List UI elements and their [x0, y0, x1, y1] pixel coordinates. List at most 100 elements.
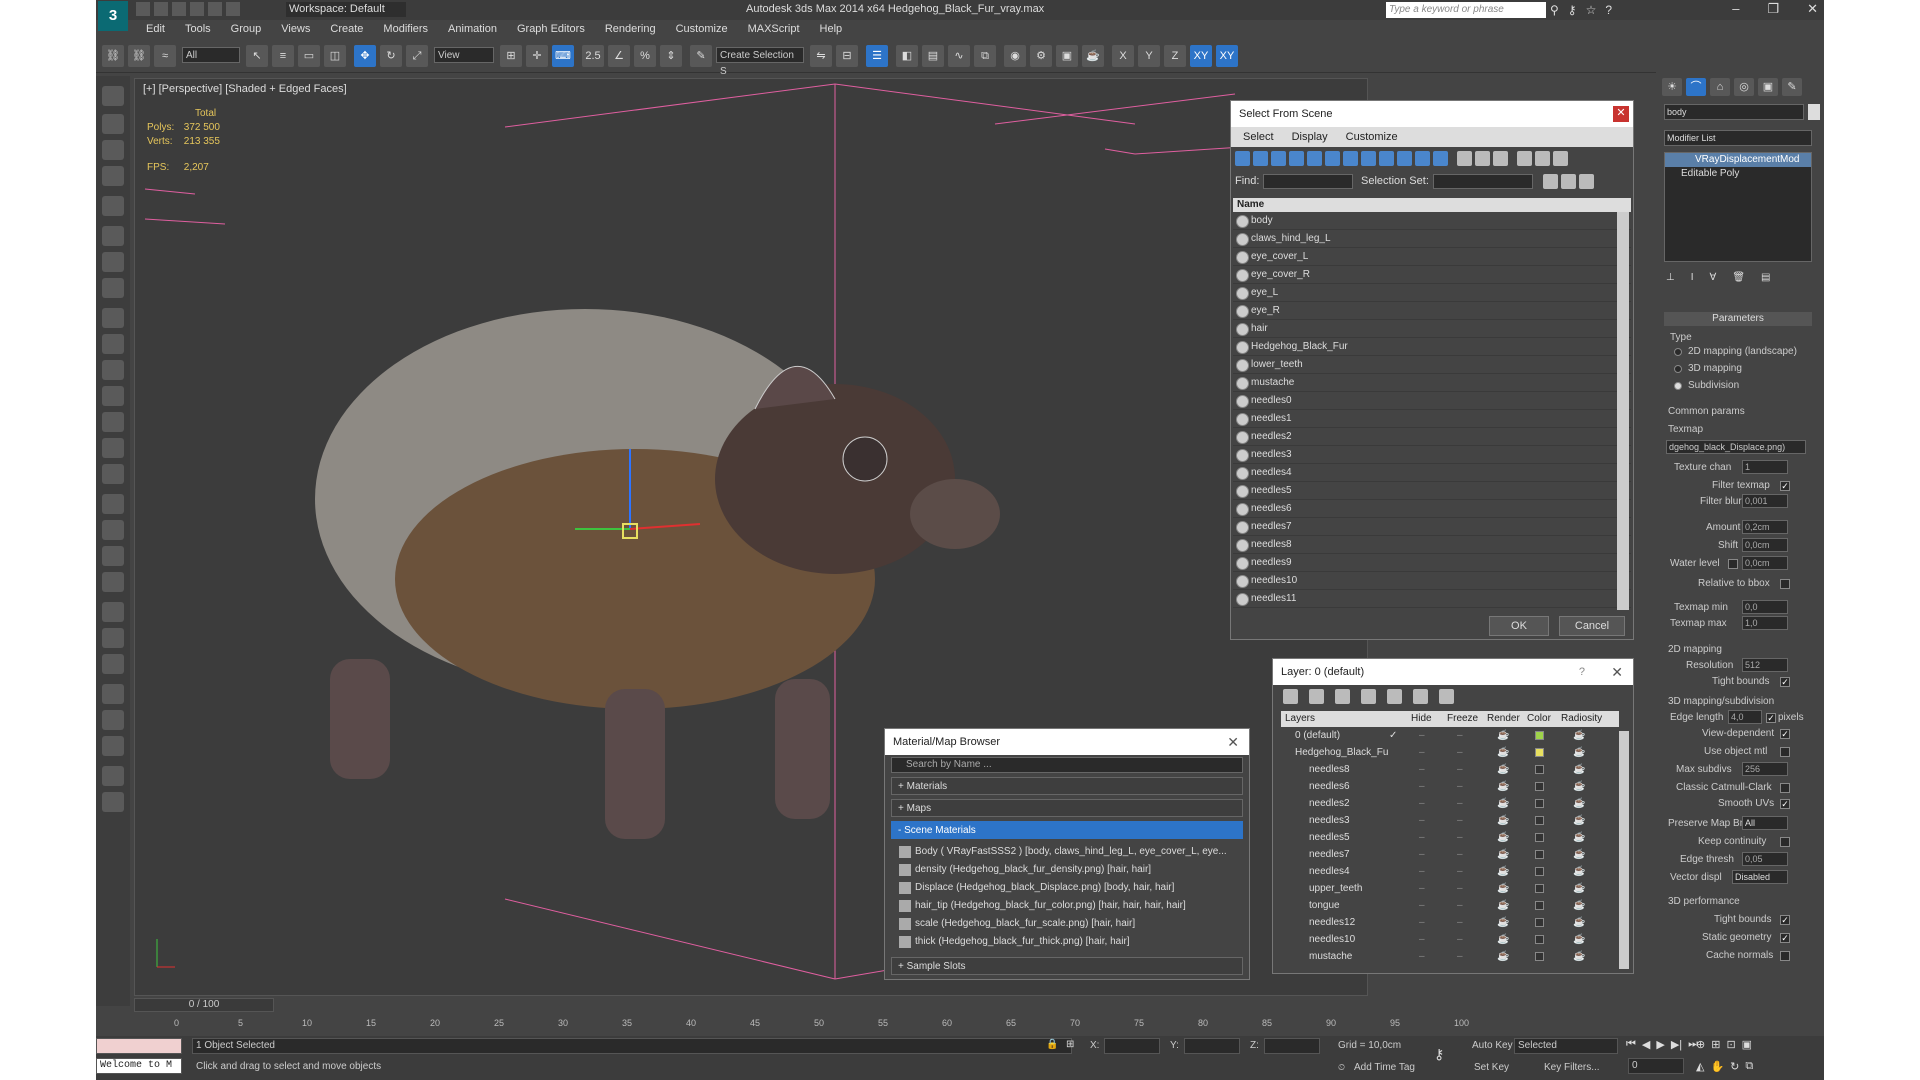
- list-item[interactable]: body: [1233, 212, 1631, 230]
- layer-row[interactable]: tongue – – ☕ ☕: [1281, 897, 1619, 914]
- layer-color-swatch[interactable]: [1535, 918, 1544, 927]
- hair-icon[interactable]: [102, 572, 124, 592]
- filter-texmap-checkbox[interactable]: ✓: [1780, 481, 1790, 491]
- freeze-toggle[interactable]: –: [1457, 914, 1463, 931]
- axis-y-button[interactable]: Y: [1138, 45, 1160, 67]
- lock-selection-icon[interactable]: 🔒: [1046, 1039, 1058, 1050]
- layer-color-swatch[interactable]: [1535, 867, 1544, 876]
- highlight-layer-icon[interactable]: [1387, 689, 1402, 704]
- render-teapot-icon[interactable]: ☕: [1497, 914, 1509, 931]
- vector-displ-dropdown[interactable]: Disabled: [1732, 870, 1788, 884]
- sfs-menu-customize[interactable]: Customize: [1346, 127, 1398, 147]
- render-setup-icon[interactable]: ⚙: [1030, 45, 1052, 67]
- selection-set-dropdown[interactable]: [1433, 174, 1533, 189]
- cone-primitive-icon[interactable]: [102, 412, 124, 432]
- menu-group[interactable]: Group: [221, 21, 272, 39]
- list-item[interactable]: mustache: [1233, 374, 1631, 392]
- zoom-extents-icon[interactable]: ⊡: [1726, 1038, 1735, 1051]
- maxscript-mini-listener[interactable]: Welcome to M: [96, 1058, 182, 1074]
- radiosity-icon[interactable]: ☕: [1573, 795, 1585, 812]
- freeze-toggle[interactable]: –: [1457, 931, 1463, 948]
- key-filters-button[interactable]: Key Filters...: [1544, 1062, 1600, 1073]
- hedgehog-front-leg[interactable]: [605, 689, 665, 839]
- maximize-icon[interactable]: ❐: [1767, 1, 1779, 17]
- open-file-icon[interactable]: [154, 2, 168, 16]
- star-icon[interactable]: ☆: [1586, 3, 1597, 17]
- layer-color-swatch[interactable]: [1535, 952, 1544, 961]
- select-rotate-icon[interactable]: ↻: [380, 45, 402, 67]
- track-bar[interactable]: 0 5 10 15 20 25 30 35 40 45 50 55 60 65 70 75 80 85 90 95 10…: [134, 1014, 1624, 1034]
- sphere-primitive-icon[interactable]: [102, 334, 124, 354]
- layer-manager-icon[interactable]: ◧: [896, 45, 918, 67]
- list-item[interactable]: needles0: [1233, 392, 1631, 410]
- display-none-icon[interactable]: [1475, 151, 1490, 166]
- curve-editor-icon[interactable]: ∿: [948, 45, 970, 67]
- hierarchy-tab-icon[interactable]: ⌂: [1710, 78, 1730, 96]
- display-containers-icon[interactable]: [1397, 151, 1412, 166]
- absolute-mode-icon[interactable]: ⊞: [1066, 1039, 1074, 1050]
- layer-row[interactable]: 0 (default) ✓ – – ☕ ☕: [1281, 727, 1619, 744]
- workspace-dropdown[interactable]: Workspace: Default: [286, 2, 406, 17]
- water-level-spinner[interactable]: 0,0cm: [1742, 556, 1788, 570]
- radiosity-icon[interactable]: ☕: [1573, 948, 1585, 965]
- menu-modifiers[interactable]: Modifiers: [373, 21, 438, 39]
- cylinder-primitive-icon[interactable]: [102, 360, 124, 380]
- layer-row[interactable]: needles6 – – ☕ ☕: [1281, 778, 1619, 795]
- speaker-icon[interactable]: [102, 252, 124, 272]
- display-helpers-icon[interactable]: [1307, 151, 1322, 166]
- hide-toggle[interactable]: –: [1419, 761, 1425, 778]
- freeze-toggle[interactable]: –: [1457, 863, 1463, 880]
- select-move-icon[interactable]: ✥: [354, 45, 376, 67]
- freeze-toggle[interactable]: –: [1457, 948, 1463, 965]
- app-logo[interactable]: 3: [98, 1, 128, 31]
- max-subdivs-spinner[interactable]: 256: [1742, 762, 1788, 776]
- scene-materials-rollout[interactable]: - Scene Materials: [891, 821, 1243, 839]
- layer-color-swatch[interactable]: [1535, 816, 1544, 825]
- hide-toggle[interactable]: –: [1419, 795, 1425, 812]
- list-item[interactable]: needles10: [1233, 572, 1631, 590]
- render-production-icon[interactable]: ☕: [1082, 45, 1104, 67]
- keyboard-shortcut-override-icon[interactable]: ⌨: [552, 45, 574, 67]
- set-edit-icon[interactable]: [1579, 174, 1594, 189]
- close-icon[interactable]: ✕: [1807, 1, 1818, 17]
- utilities-tab-icon[interactable]: ✎: [1782, 78, 1802, 96]
- parameters-rollout-header[interactable]: Parameters: [1664, 312, 1812, 326]
- ok-button[interactable]: OK: [1489, 616, 1549, 636]
- bind-spacewarp-icon[interactable]: ≈: [154, 45, 176, 67]
- layer-row[interactable]: needles5 – – ☕ ☕: [1281, 829, 1619, 846]
- omni-light-icon[interactable]: [102, 464, 124, 484]
- axis-x-button[interactable]: X: [1112, 45, 1134, 67]
- smooth-uvs-checkbox[interactable]: ✓: [1780, 799, 1790, 809]
- selection-filter-dropdown[interactable]: All: [182, 47, 240, 63]
- maximize-viewport-icon[interactable]: ⧉: [1745, 1060, 1753, 1073]
- edit-named-selection-icon[interactable]: ✎: [690, 45, 712, 67]
- layer-row[interactable]: needles12 – – ☕ ☕: [1281, 914, 1619, 931]
- find-input[interactable]: [1263, 174, 1353, 189]
- object-paint-icon[interactable]: [102, 166, 124, 186]
- material-item[interactable]: density (Hedgehog_black_fur_density.png)…: [885, 861, 1249, 879]
- render-teapot-icon[interactable]: ☕: [1497, 829, 1509, 846]
- dynamics-icon[interactable]: [102, 520, 124, 540]
- radiosity-icon[interactable]: ☕: [1573, 914, 1585, 931]
- minimize-icon[interactable]: –: [1732, 1, 1739, 17]
- project-folder-icon[interactable]: [226, 2, 240, 16]
- tight-bounds-checkbox[interactable]: ✓: [1780, 677, 1790, 687]
- material-item[interactable]: thick (Hedgehog_black_fur_thick.png) [ha…: [885, 933, 1249, 951]
- hide-toggle[interactable]: –: [1419, 880, 1425, 897]
- list-item[interactable]: needles8: [1233, 536, 1631, 554]
- display-shapes-icon[interactable]: [1253, 151, 1268, 166]
- freeze-toggle[interactable]: –: [1457, 761, 1463, 778]
- zoom-all-icon[interactable]: ⊞: [1711, 1038, 1720, 1051]
- radiosity-icon[interactable]: ☕: [1573, 897, 1585, 914]
- render-teapot-icon[interactable]: ☕: [1497, 761, 1509, 778]
- link-icon[interactable]: ⛓: [102, 45, 124, 67]
- menu-animation[interactable]: Animation: [438, 21, 507, 39]
- material-search-input[interactable]: Search by Name ...: [891, 757, 1243, 773]
- render-teapot-icon[interactable]: ☕: [1497, 931, 1509, 948]
- render-icon[interactable]: [102, 684, 124, 704]
- radiosity-icon[interactable]: ☕: [1573, 829, 1585, 846]
- radiosity-icon[interactable]: ☕: [1573, 880, 1585, 897]
- render-teapot-icon[interactable]: ☕: [1497, 812, 1509, 829]
- zoom-extents-all-icon[interactable]: ▣: [1742, 1038, 1752, 1051]
- hedgehog-snout[interactable]: [910, 479, 1000, 549]
